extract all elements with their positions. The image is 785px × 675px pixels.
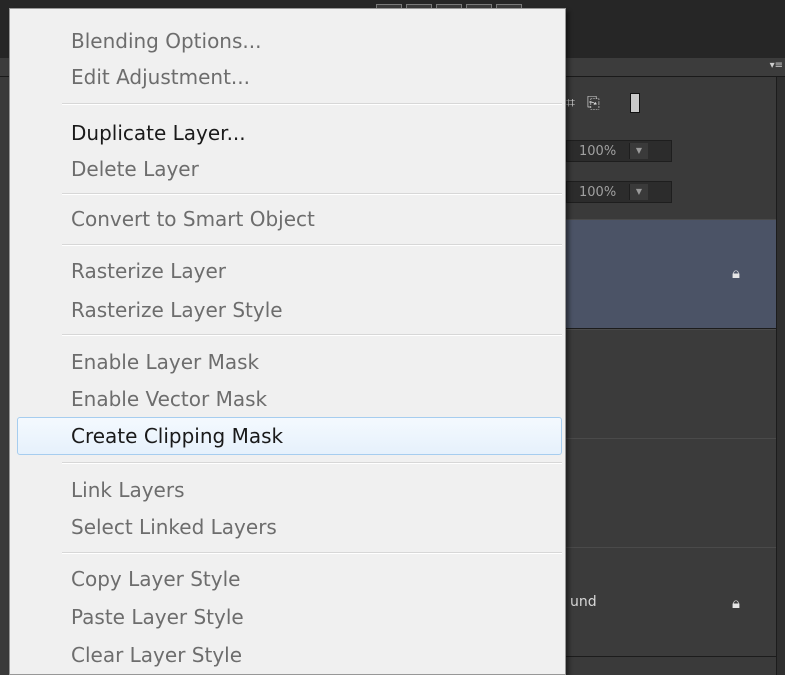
layer-name: und	[570, 594, 597, 610]
opacity-value: 100%	[579, 144, 617, 159]
menu-item-enable-vector-mask[interactable]: Enable Vector Mask	[71, 382, 267, 416]
menu-item-edit-adjustment[interactable]: Edit Adjustment...	[71, 60, 250, 94]
menu-item-enable-layer-mask[interactable]: Enable Layer Mask	[71, 345, 259, 379]
menu-separator	[62, 334, 562, 336]
menu-item-create-clipping-mask[interactable]: Create Clipping Mask	[71, 419, 283, 453]
lock-options: ⌗ ⎘	[566, 93, 640, 113]
menu-item-copy-layer-style[interactable]: Copy Layer Style	[71, 562, 240, 596]
menu-item-rasterize-layer-style[interactable]: Rasterize Layer Style	[71, 293, 283, 327]
menu-separator	[62, 103, 562, 105]
fill-value: 100%	[579, 185, 617, 200]
menu-separator	[62, 462, 562, 464]
layer-row[interactable]	[566, 329, 776, 439]
menu-item-rasterize-layer[interactable]: Rasterize Layer	[71, 254, 226, 288]
menu-separator	[62, 552, 562, 554]
menu-item-blending-options[interactable]: Blending Options...	[71, 24, 261, 58]
menu-item-duplicate-layer[interactable]: Duplicate Layer...	[71, 116, 246, 150]
layer-lock-icon: 🔒︎	[732, 594, 740, 612]
panel-menu-icon[interactable]: ▾≡	[770, 59, 783, 73]
layer-row-background[interactable]: und 🔒︎	[566, 547, 776, 657]
menu-item-paste-layer-style[interactable]: Paste Layer Style	[71, 600, 244, 634]
menu-separator	[62, 193, 562, 195]
layer-row-selected[interactable]: 🔒︎	[566, 219, 776, 329]
layer-row[interactable]	[566, 438, 776, 548]
opacity-field[interactable]: 100% ▼	[566, 140, 672, 162]
menu-item-select-linked-layers[interactable]: Select Linked Layers	[71, 510, 277, 544]
menu-item-convert-smart-object[interactable]: Convert to Smart Object	[71, 202, 315, 236]
lock-artboard-icon[interactable]: ⎘	[587, 93, 600, 113]
menu-item-delete-layer[interactable]: Delete Layer	[71, 152, 199, 186]
menu-item-clear-layer-style[interactable]: Clear Layer Style	[71, 638, 242, 672]
lock-position-icon[interactable]: ⌗	[566, 93, 575, 113]
layer-lock-icon: 🔒︎	[732, 264, 740, 282]
opacity-dropdown-arrow-icon[interactable]: ▼	[629, 143, 648, 159]
menu-separator	[62, 244, 562, 246]
fill-field[interactable]: 100% ▼	[566, 181, 672, 203]
layer-context-menu: Blending Options... Edit Adjustment... D…	[9, 8, 566, 675]
lock-all-icon[interactable]	[629, 93, 640, 113]
fill-dropdown-arrow-icon[interactable]: ▼	[629, 184, 648, 200]
panel-scrollbar[interactable]	[776, 77, 785, 675]
menu-item-link-layers[interactable]: Link Layers	[71, 473, 185, 507]
